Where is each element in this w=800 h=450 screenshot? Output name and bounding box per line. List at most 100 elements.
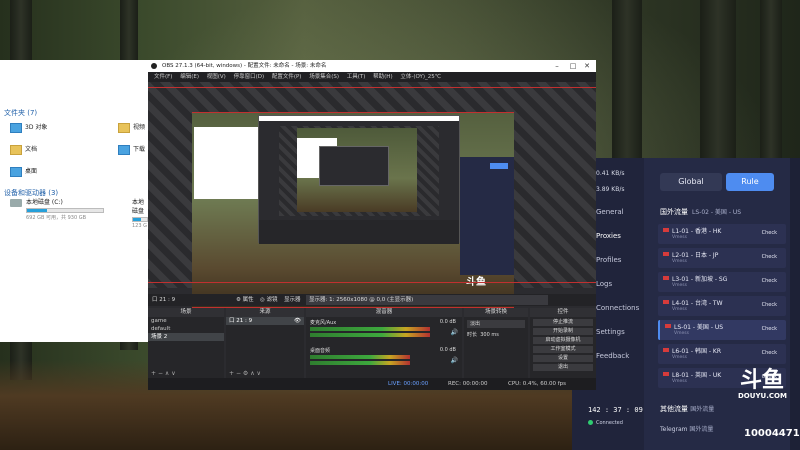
studio-mode-button[interactable]: 工作室模式: [533, 346, 593, 353]
display-select[interactable]: 显示器: 1: 2560x1080 @ 0,0 (主显示器): [306, 295, 548, 305]
folder-icon: [10, 122, 22, 133]
nested-proxy-window: [460, 157, 514, 275]
nav-connections[interactable]: Connections: [596, 304, 639, 312]
speaker-icon[interactable]: 🔊: [451, 357, 458, 364]
menu-help[interactable]: 帮助(H): [373, 74, 392, 80]
controls-dock: 控件 停止推流 开始录制 启动虚拟摄像机 工作室模式 设置 退出: [530, 308, 596, 378]
nested-douyu-logo: 斗鱼: [466, 273, 486, 288]
connection-timer: 142 : 37 : 09: [588, 406, 643, 414]
menu-extra[interactable]: 立体-(OY)_25℃: [400, 74, 441, 80]
mode-rule-button[interactable]: Rule: [726, 173, 774, 191]
proxy-group-header[interactable]: 国外流量 LS-02 - 美国 - US: [660, 207, 741, 217]
folder-desktop[interactable]: 桌面: [10, 166, 50, 177]
scenes-dock-title: 场景: [148, 308, 224, 317]
background-tree: [760, 0, 782, 170]
check-button[interactable]: Check: [762, 230, 777, 236]
proxy-node[interactable]: L2-01 - 日本 - JP Vmess Check: [658, 248, 786, 268]
folders-group-header[interactable]: 文件夹 (7): [4, 108, 37, 118]
remove-icon[interactable]: −: [236, 370, 241, 377]
add-icon[interactable]: +: [229, 370, 234, 377]
connected-dot-icon: [588, 420, 593, 425]
check-button[interactable]: Check: [762, 254, 777, 260]
scene-item[interactable]: default: [148, 325, 224, 333]
douyu-site-label: DOUYU.COM: [738, 392, 787, 400]
start-recording-button[interactable]: 开始录制: [533, 328, 593, 335]
filters-button[interactable]: ◎ 滤镜: [260, 294, 278, 306]
menu-tools[interactable]: 工具(T): [347, 74, 366, 80]
menu-scene-collection[interactable]: 场景集合(S): [309, 74, 339, 80]
move-up-icon[interactable]: ∧: [165, 370, 169, 377]
proxy-node[interactable]: L6-01 - 韩国 - KR Vmess Check: [658, 344, 786, 364]
sources-dock: 来源 口 21 : 9 👁 + − ⚙ ∧ ∨: [226, 308, 304, 378]
check-button[interactable]: Check: [762, 302, 777, 308]
visibility-eye-icon[interactable]: 👁: [294, 317, 301, 325]
audio-meter: [310, 333, 430, 337]
gear-icon[interactable]: ⚙: [243, 370, 248, 377]
preview-canvas[interactable]: 斗鱼: [192, 112, 514, 308]
move-down-icon[interactable]: ∨: [257, 370, 261, 377]
settings-button[interactable]: 设置: [533, 355, 593, 362]
properties-button[interactable]: ⚙ 属性: [236, 294, 254, 306]
menu-edit[interactable]: 编辑(E): [180, 74, 199, 80]
move-up-icon[interactable]: ∧: [250, 370, 254, 377]
obs-menubar: 文件(F) 编辑(E) 视图(V) 停靠窗口(D) 配置文件(P) 场景集合(S…: [148, 72, 596, 82]
check-button[interactable]: Check: [762, 326, 777, 332]
proxy-node[interactable]: L1-01 - 香港 - HK Vmess Check: [658, 224, 786, 244]
proxy-node[interactable]: LS-01 - 美国 - US Vmess Check: [658, 320, 786, 340]
minimize-button[interactable]: –: [550, 60, 564, 72]
preview-guide-line: [148, 282, 596, 283]
check-button[interactable]: Check: [762, 278, 777, 284]
maximize-button[interactable]: □: [566, 60, 580, 72]
speaker-icon[interactable]: 🔊: [451, 329, 458, 336]
scenes-dock: 场景 game default 场景 2 + − ∧ ∨: [148, 308, 224, 378]
audio-meter: [310, 361, 410, 365]
obs-statusbar: LIVE: 00:00:00 REC: 00:00:00 CPU: 0.4%, …: [148, 378, 596, 390]
transitions-dock-title: 场景转换: [464, 308, 528, 317]
preview-area[interactable]: 斗鱼: [148, 82, 596, 308]
flag-icon: [663, 228, 669, 232]
menu-docks[interactable]: 停靠窗口(D): [234, 74, 265, 80]
proxy-group2-header[interactable]: 其他流量 国外流量: [660, 404, 714, 414]
audio-meter: [310, 327, 430, 331]
transition-duration[interactable]: 时长 300 ms: [467, 331, 525, 338]
stop-streaming-button[interactable]: 停止推流: [533, 319, 593, 326]
scene-item[interactable]: game: [148, 317, 224, 325]
nav-proxies[interactable]: Proxies: [596, 232, 621, 240]
transition-select[interactable]: 淡出: [467, 320, 525, 328]
proxy-right-column: [790, 158, 800, 450]
menu-view[interactable]: 视图(V): [207, 74, 226, 80]
menu-file[interactable]: 文件(F): [154, 74, 172, 80]
flag-icon: [663, 252, 669, 256]
drive-usage-bar: [132, 217, 148, 222]
proxy-node[interactable]: L3-01 - 新加坡 - SG Vmess Check: [658, 272, 786, 292]
move-down-icon[interactable]: ∨: [171, 370, 175, 377]
close-button[interactable]: ✕: [580, 60, 594, 72]
hard-drive-icon: [10, 199, 22, 207]
flag-icon: [663, 300, 669, 304]
folder-documents[interactable]: 文档: [10, 144, 50, 155]
flag-icon: [663, 348, 669, 352]
mode-global-button[interactable]: Global: [660, 173, 722, 191]
nav-general[interactable]: General: [596, 208, 624, 216]
nav-profiles[interactable]: Profiles: [596, 256, 621, 264]
mixer-track-mic: 麦克风/Aux 0.0 dB 🔊: [310, 319, 458, 337]
drive-c[interactable]: 本地磁盘 (C:) 692 GB 可用，共 930 GB: [10, 197, 104, 221]
nav-settings[interactable]: Settings: [596, 328, 625, 336]
start-virtual-camera-button[interactable]: 启动虚拟摄像机: [533, 337, 593, 344]
proxy-node[interactable]: L4-01 - 台湾 - TW Vmess Check: [658, 296, 786, 316]
connection-status: Connected: [588, 420, 623, 426]
scene-item[interactable]: 场景 2: [148, 333, 224, 341]
check-button[interactable]: Check: [762, 350, 777, 356]
add-icon[interactable]: +: [151, 370, 156, 377]
source-item[interactable]: 口 21 : 9 👁: [226, 317, 304, 325]
drive-d[interactable]: 本地磁盘 123 G: [132, 197, 148, 229]
controls-dock-title: 控件: [530, 308, 596, 317]
proxy-group-telegram[interactable]: Telegram 国外流量: [660, 424, 713, 433]
nav-logs[interactable]: Logs: [596, 280, 612, 288]
exit-button[interactable]: 退出: [533, 364, 593, 371]
nav-feedback[interactable]: Feedback: [596, 352, 629, 360]
obs-titlebar[interactable]: OBS 27.1.3 (64-bit, windows) - 配置文件: 未命名…: [148, 60, 596, 72]
menu-profile[interactable]: 配置文件(P): [272, 74, 302, 80]
remove-icon[interactable]: −: [158, 370, 163, 377]
folder-3d-objects[interactable]: 3D 对象: [10, 122, 50, 133]
